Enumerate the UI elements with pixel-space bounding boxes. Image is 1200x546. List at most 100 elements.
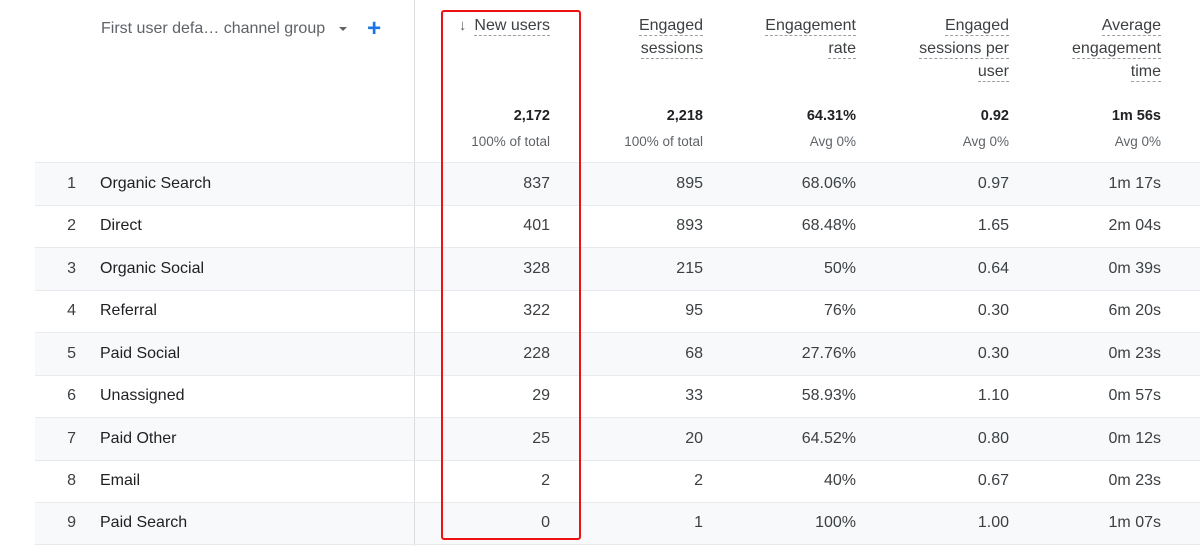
column-header-engaged-sessions[interactable]: Engaged sessions xyxy=(553,14,703,60)
cell-new-users: 401 xyxy=(523,217,550,235)
cell-engaged-sessions-per-user: 0.80 xyxy=(977,429,1009,447)
cell-engaged-sessions-per-user: 0.64 xyxy=(977,259,1009,277)
dimension-header[interactable]: First user defa… channel group + xyxy=(101,17,381,41)
column-header-label[interactable]: sessions per xyxy=(919,40,1009,59)
cell-engaged-sessions-per-user: 1.65 xyxy=(977,217,1009,235)
cell-engaged-sessions-per-user: 0.67 xyxy=(977,472,1009,490)
row-rank: 3 xyxy=(67,259,76,277)
row-channel-name[interactable]: Unassigned xyxy=(100,376,185,418)
row-channel-name[interactable]: Referral xyxy=(100,291,157,333)
cell-new-users: 328 xyxy=(523,259,550,277)
column-total-subtext: 100% of total xyxy=(624,134,703,149)
caret-down-icon[interactable] xyxy=(339,27,348,31)
table-row[interactable]: 9 Paid Search 0 1 100% 1.00 1m 07s xyxy=(35,502,1200,545)
table-row[interactable]: 1 Organic Search 837 895 68.06% 0.97 1m 17s xyxy=(35,162,1200,205)
cell-new-users: 837 xyxy=(523,174,550,192)
cell-engaged-sessions-per-user: 0.30 xyxy=(977,302,1009,320)
row-channel-name[interactable]: Paid Other xyxy=(100,418,176,460)
cell-new-users: 29 xyxy=(532,387,550,405)
column-total: 2,172 xyxy=(513,108,550,124)
row-channel-name[interactable]: Email xyxy=(100,461,140,503)
row-channel-name[interactable]: Organic Search xyxy=(100,163,211,205)
cell-engagement-rate: 64.52% xyxy=(801,429,856,447)
column-header-label[interactable]: Average xyxy=(1101,17,1161,36)
column-header-label[interactable]: Engaged xyxy=(638,17,703,36)
cell-engagement-rate: 76% xyxy=(823,302,856,320)
column-header-label[interactable]: sessions xyxy=(640,40,703,59)
cell-engaged-sessions: 895 xyxy=(676,174,703,192)
column-header-label[interactable]: time xyxy=(1130,63,1161,82)
column-total-subtext: 100% of total xyxy=(471,134,550,149)
cell-engagement-rate: 100% xyxy=(815,514,856,532)
cell-engagement-rate: 50% xyxy=(823,259,856,277)
cell-engaged-sessions-per-user: 0.30 xyxy=(977,344,1009,362)
cell-avg-engagement-time: 0m 39s xyxy=(1108,259,1161,277)
table-body: 1 Organic Search 837 895 68.06% 0.97 1m 17s 2 Di… xyxy=(35,162,1200,545)
cell-avg-engagement-time: 6m 20s xyxy=(1108,302,1161,320)
cell-new-users: 322 xyxy=(523,302,550,320)
row-rank: 6 xyxy=(67,387,76,405)
cell-engagement-rate: 68.48% xyxy=(801,217,856,235)
table-row[interactable]: 8 Email 2 2 40% 0.67 0m 23s xyxy=(35,459,1200,503)
cell-engaged-sessions-per-user: 0.97 xyxy=(977,174,1009,192)
cell-engaged-sessions-per-user: 1.10 xyxy=(977,387,1009,405)
row-rank: 4 xyxy=(67,302,76,320)
table-row[interactable]: 4 Referral 322 95 76% 0.30 6m 20s xyxy=(35,289,1200,333)
cell-engaged-sessions: 33 xyxy=(685,387,703,405)
column-header-label[interactable]: rate xyxy=(828,40,856,59)
dimension-label[interactable]: First user defa… channel group xyxy=(101,20,325,38)
row-channel-name[interactable]: Paid Search xyxy=(100,503,187,544)
cell-new-users: 0 xyxy=(541,514,550,532)
cell-avg-engagement-time: 0m 57s xyxy=(1108,387,1161,405)
column-total: 2,218 xyxy=(666,108,703,124)
cell-engagement-rate: 40% xyxy=(823,472,856,490)
column-header-label[interactable]: engagement xyxy=(1072,40,1161,59)
row-channel-name[interactable]: Organic Social xyxy=(100,248,204,290)
cell-engaged-sessions: 68 xyxy=(685,344,703,362)
column-header-label[interactable]: user xyxy=(977,63,1009,82)
table-row[interactable]: 3 Organic Social 328 215 50% 0.64 0m 39s xyxy=(35,247,1200,290)
cell-engaged-sessions: 215 xyxy=(676,259,703,277)
row-channel-name[interactable]: Direct xyxy=(100,206,142,248)
cell-engaged-sessions: 20 xyxy=(685,429,703,447)
row-rank: 5 xyxy=(67,344,76,362)
cell-engagement-rate: 68.06% xyxy=(801,174,856,192)
column-header-label[interactable]: Engaged xyxy=(944,17,1009,36)
row-rank: 1 xyxy=(67,174,76,192)
cell-new-users: 2 xyxy=(541,472,550,490)
column-header-engagement-rate[interactable]: Engagement rate xyxy=(706,14,856,60)
column-total: 0.92 xyxy=(980,108,1009,124)
cell-avg-engagement-time: 0m 12s xyxy=(1108,429,1161,447)
row-rank: 2 xyxy=(67,217,76,235)
column-header-engaged-sessions-per-user[interactable]: Engaged sessions per user xyxy=(859,14,1009,83)
row-rank: 8 xyxy=(67,472,76,490)
arrow-down-icon[interactable]: ↓ xyxy=(459,14,467,37)
cell-engaged-sessions: 893 xyxy=(676,217,703,235)
cell-avg-engagement-time: 0m 23s xyxy=(1108,344,1161,362)
column-header-label[interactable]: Engagement xyxy=(765,17,856,36)
cell-engagement-rate: 27.76% xyxy=(801,344,856,362)
row-channel-name[interactable]: Paid Social xyxy=(100,333,180,375)
column-header-new-users[interactable]: ↓ New users xyxy=(400,14,550,37)
column-header-avg-engagement-time[interactable]: Average engagement time xyxy=(1011,14,1161,83)
column-total-subtext: Avg 0% xyxy=(809,134,856,149)
cell-new-users: 228 xyxy=(523,344,550,362)
cell-engaged-sessions: 95 xyxy=(685,302,703,320)
report-table: First user defa… channel group + ↓ New us… xyxy=(0,0,1200,546)
plus-icon[interactable]: + xyxy=(367,17,381,41)
column-total-subtext: Avg 0% xyxy=(1114,134,1161,149)
table-row[interactable]: 2 Direct 401 893 68.48% 1.65 2m 04s xyxy=(35,204,1200,248)
cell-new-users: 25 xyxy=(532,429,550,447)
cell-avg-engagement-time: 2m 04s xyxy=(1108,217,1161,235)
table-row[interactable]: 6 Unassigned 29 33 58.93% 1.10 0m 57s xyxy=(35,374,1200,418)
cell-engagement-rate: 58.93% xyxy=(801,387,856,405)
cell-engaged-sessions-per-user: 1.00 xyxy=(977,514,1009,532)
table-row[interactable]: 5 Paid Social 228 68 27.76% 0.30 0m 23s xyxy=(35,332,1200,375)
column-total: 1m 56s xyxy=(1111,108,1161,124)
cell-avg-engagement-time: 1m 07s xyxy=(1108,514,1161,532)
row-rank: 7 xyxy=(67,429,76,447)
column-header-label[interactable]: New users xyxy=(474,17,550,36)
cell-engaged-sessions: 1 xyxy=(694,514,703,532)
table-row[interactable]: 7 Paid Other 25 20 64.52% 0.80 0m 12s xyxy=(35,417,1200,460)
column-total-subtext: Avg 0% xyxy=(962,134,1009,149)
